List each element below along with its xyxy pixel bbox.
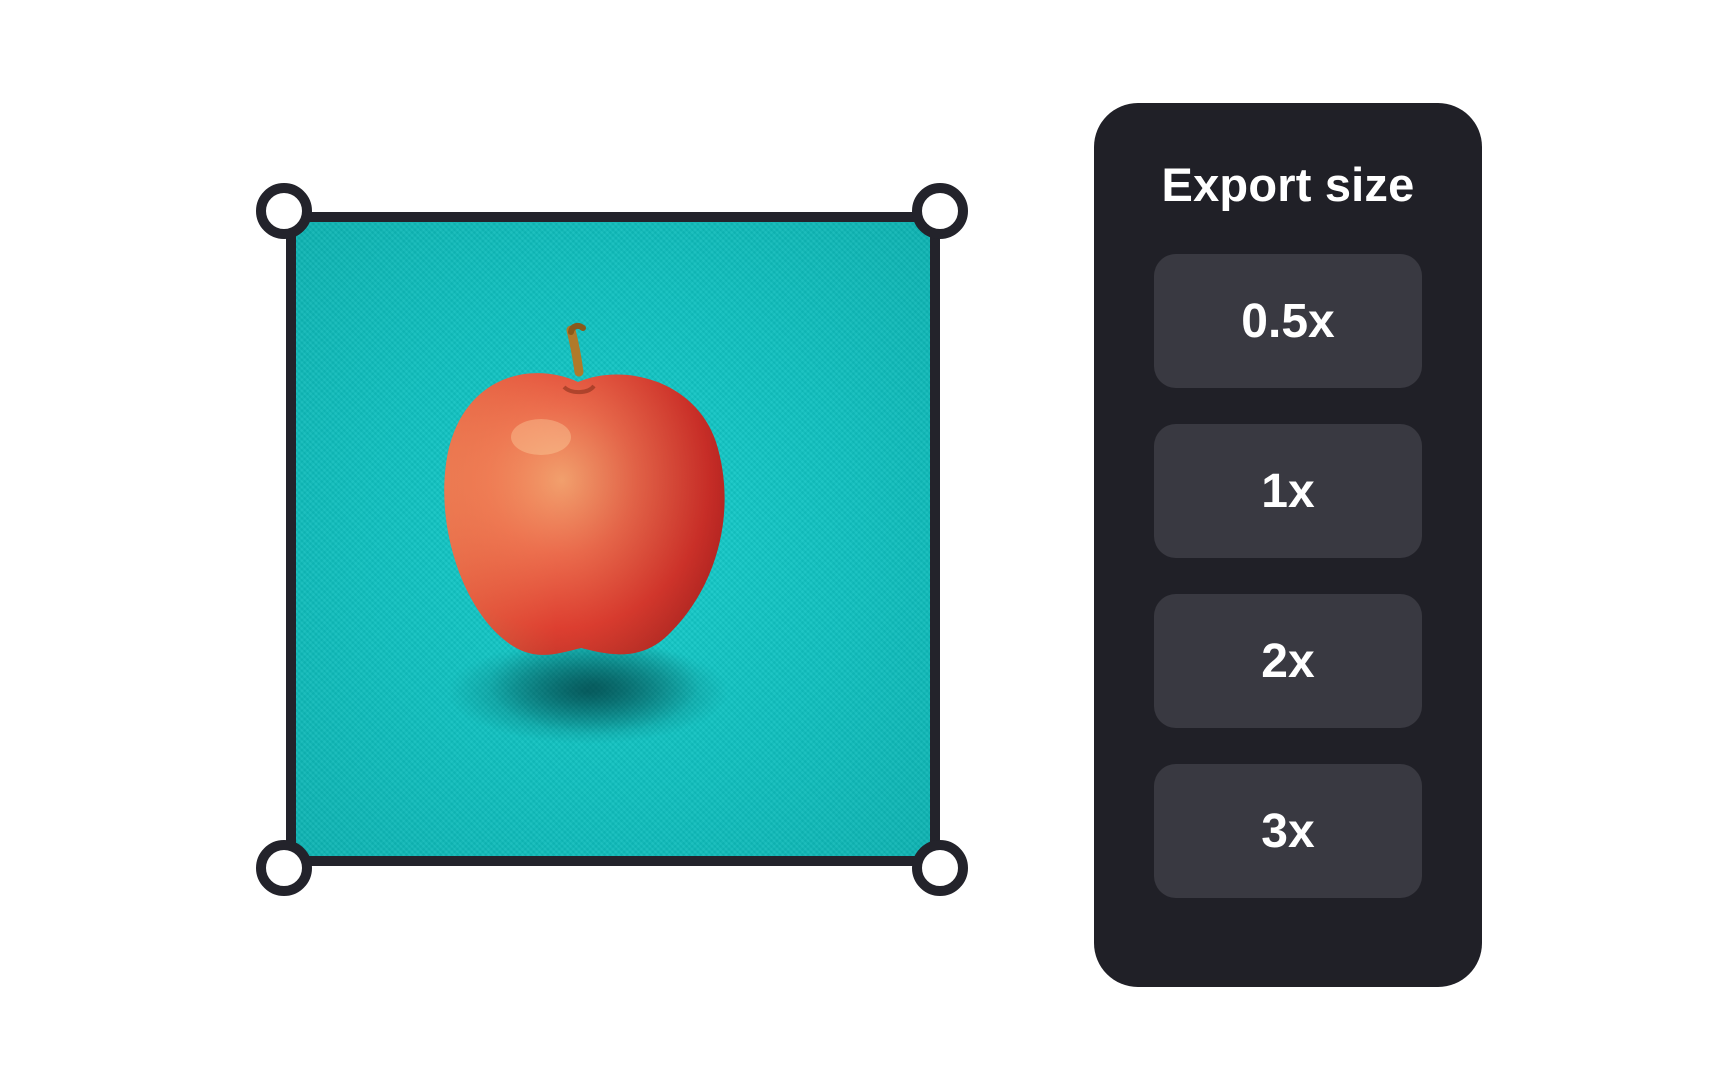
apple-photo: [296, 222, 930, 856]
apple-illustration: [444, 322, 728, 744]
export-size-3x-button[interactable]: 3x: [1154, 764, 1422, 898]
export-size-panel: Export size 0.5x 1x 2x 3x: [1094, 103, 1482, 987]
resize-handle-bottom-right[interactable]: [912, 840, 968, 896]
selected-image-frame[interactable]: [286, 212, 940, 866]
export-size-2x-button[interactable]: 2x: [1154, 594, 1422, 728]
export-size-options: 0.5x 1x 2x 3x: [1094, 254, 1482, 898]
export-size-0-5x-button[interactable]: 0.5x: [1154, 254, 1422, 388]
resize-handle-top-right[interactable]: [912, 183, 968, 239]
design-canvas: Export size 0.5x 1x 2x 3x: [0, 0, 1728, 1080]
export-size-title: Export size: [1161, 158, 1415, 211]
export-size-1x-button[interactable]: 1x: [1154, 424, 1422, 558]
resize-handle-bottom-left[interactable]: [256, 840, 312, 896]
resize-handle-top-left[interactable]: [256, 183, 312, 239]
